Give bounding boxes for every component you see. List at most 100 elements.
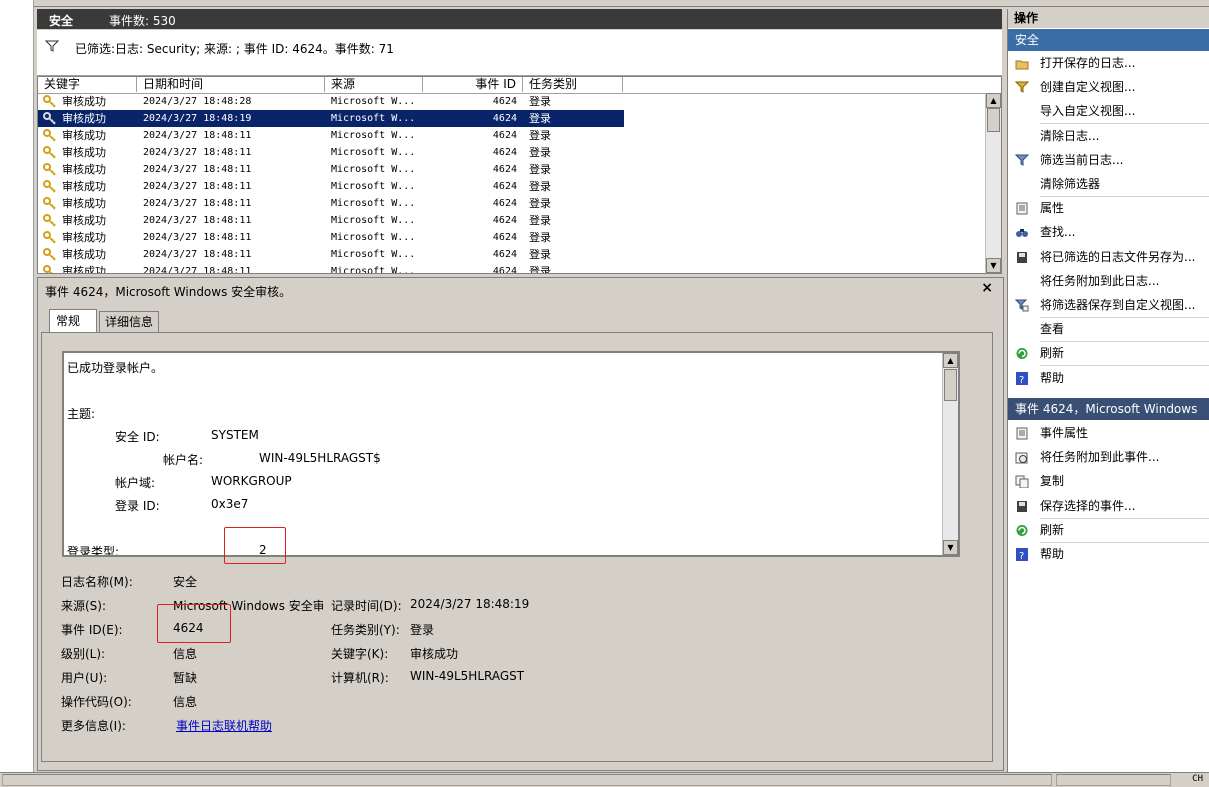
online-help-link[interactable]: 事件日志联机帮助 (176, 717, 272, 734)
source-label: 来源(S): (61, 599, 107, 613)
logged-value: 2024/3/27 18:48:19 (410, 597, 530, 611)
event-properties-icon (1016, 427, 1028, 440)
row-category: 登录 (529, 214, 551, 227)
row-keyword: 审核成功 (62, 129, 106, 142)
key-icon (43, 197, 56, 210)
scroll-thumb[interactable] (944, 369, 957, 401)
action-item[interactable]: 将任务附加到此事件... (1008, 446, 1209, 469)
action-label: 打开保存的日志... (1040, 56, 1136, 70)
desc-security-id: SYSTEM (211, 428, 259, 442)
action-item[interactable]: 复制 (1008, 470, 1209, 493)
event-description[interactable]: 已成功登录帐户。 主题: 安全 ID: SYSTEM 帐户名: WIN-49L5… (62, 351, 960, 557)
highlight-event-id (157, 604, 231, 643)
table-row[interactable]: 审核成功 2024/3/27 18:48:11 Microsoft W... 4624… (38, 161, 624, 178)
action-item[interactable]: 将筛选器保存到自定义视图... (1008, 294, 1209, 317)
row-source: Microsoft W... (331, 181, 416, 192)
action-item[interactable]: 清除日志... (1008, 125, 1209, 148)
scroll-up-arrow[interactable]: ▲ (986, 93, 1001, 108)
table-row[interactable]: 审核成功 2024/3/27 18:48:11 Microsoft W... 4624… (38, 263, 624, 274)
row-category: 登录 (529, 146, 551, 159)
refresh-icon (1016, 348, 1028, 360)
action-item[interactable]: 导入自定义视图... (1008, 100, 1209, 123)
table-row[interactable]: 审核成功 2024/3/27 18:48:11 Microsoft W... 4624… (38, 178, 624, 195)
table-row[interactable]: 审核成功 2024/3/27 18:48:11 Microsoft W... 4624… (38, 246, 624, 263)
table-row[interactable]: 审核成功 2024/3/27 18:48:19 Microsoft W... 4624… (38, 110, 624, 127)
log-name: 安全 (49, 14, 74, 28)
task-category-value: 登录 (410, 623, 435, 637)
user-value: 暂缺 (173, 671, 198, 685)
col-category[interactable]: 任务类别 (523, 77, 623, 92)
language-indicator[interactable]: CH (1192, 774, 1203, 784)
action-item[interactable]: 事件属性 (1008, 422, 1209, 445)
row-keyword: 审核成功 (62, 248, 106, 261)
table-row[interactable]: 审核成功 2024/3/27 18:48:11 Microsoft W... 4624… (38, 229, 624, 246)
description-scrollbar[interactable]: ▲ ▼ (942, 353, 958, 555)
desc-account-domain-label: 帐户域: (115, 476, 156, 490)
col-datetime[interactable]: 日期和时间 (137, 77, 325, 92)
help-icon: ? (1016, 548, 1028, 561)
col-keyword[interactable]: 关键字 (38, 77, 137, 92)
col-source[interactable]: 来源 (325, 77, 423, 92)
row-keyword: 审核成功 (62, 214, 106, 227)
row-keyword: 审核成功 (62, 197, 106, 210)
key-icon (43, 146, 56, 159)
table-row[interactable]: 审核成功 2024/3/27 18:48:11 Microsoft W... 4624… (38, 195, 624, 212)
action-item[interactable]: 查找... (1008, 221, 1209, 244)
action-item[interactable]: 清除筛选器 (1008, 173, 1209, 196)
row-keyword: 审核成功 (62, 180, 106, 193)
action-item[interactable]: 刷新 (1008, 342, 1209, 365)
key-icon (43, 248, 56, 261)
action-item[interactable]: 将任务附加到此日志... (1008, 270, 1209, 293)
actions-section-event[interactable]: 事件 4624，Microsoft Windows (1008, 398, 1209, 420)
action-item[interactable]: 保存选择的事件... (1008, 495, 1209, 518)
table-row[interactable]: 审核成功 2024/3/27 18:48:28 Microsoft W... 4624… (38, 93, 624, 110)
action-label: 导入自定义视图... (1040, 104, 1136, 119)
row-datetime: 2024/3/27 18:48:11 (143, 249, 252, 260)
tab-general[interactable]: 常规 (49, 309, 97, 332)
action-label: 刷新 (1040, 346, 1065, 361)
actions-pane: 操作 安全 打开保存的日志... 创建自定义视图... 导入自定义视图... 清除日志… (1007, 9, 1209, 772)
task-category-label: 任务类别(Y): (331, 623, 400, 637)
scroll-thumb[interactable] (987, 108, 1000, 132)
window-top-edge (0, 0, 1209, 7)
table-row[interactable]: 审核成功 2024/3/27 18:48:11 Microsoft W... 4624… (38, 144, 624, 161)
action-item[interactable]: 创建自定义视图... (1008, 76, 1209, 99)
key-icon (43, 231, 56, 244)
row-keyword: 审核成功 (62, 265, 106, 274)
action-label: 筛选当前日志... (1040, 152, 1124, 167)
action-item[interactable]: 将已筛选的日志文件另存为... (1008, 246, 1209, 269)
row-category: 登录 (529, 112, 551, 125)
action-item[interactable]: ? 帮助 (1008, 543, 1209, 566)
save-icon (1017, 251, 1027, 263)
table-row[interactable]: 审核成功 2024/3/27 18:48:11 Microsoft W... 4624… (38, 127, 624, 144)
row-category: 登录 (529, 265, 551, 274)
actions-section-log[interactable]: 安全 (1008, 29, 1209, 51)
action-item[interactable]: 查看 (1008, 318, 1209, 341)
opcode-label: 操作代码(O): (61, 695, 132, 709)
event-list-scrollbar[interactable]: ▲ ▼ (985, 93, 1001, 273)
action-item[interactable]: ? 帮助 (1008, 367, 1209, 390)
action-label: 创建自定义视图... (1040, 80, 1136, 95)
row-source: Microsoft W... (331, 147, 416, 158)
console-tree-pane[interactable] (0, 0, 34, 772)
action-label: 查看 (1040, 322, 1065, 337)
log-name-label: 日志名称(M): (61, 575, 133, 589)
detail-title: 事件 4624，Microsoft Windows 安全审核。 (45, 285, 292, 299)
action-item[interactable]: 打开保存的日志... (1008, 52, 1209, 75)
action-item[interactable]: 刷新 (1008, 519, 1209, 542)
binoculars-icon (1016, 229, 1028, 238)
close-icon[interactable]: × (981, 280, 993, 296)
opcode-value: 信息 (173, 695, 198, 709)
row-event-id: 4624 (492, 96, 517, 107)
col-event-id[interactable]: 事件 ID (423, 77, 523, 92)
action-item[interactable]: 属性 (1008, 197, 1209, 220)
desc-line: 已成功登录帐户。 (67, 361, 164, 375)
table-row[interactable]: 审核成功 2024/3/27 18:48:11 Microsoft W... 4624… (38, 212, 624, 229)
event-list[interactable]: 关键字 日期和时间 来源 事件 ID 任务类别 审核成功 2024/3/27 18… (37, 76, 1002, 274)
filter-icon (1015, 154, 1029, 166)
scroll-down-arrow[interactable]: ▼ (986, 258, 1001, 273)
scroll-up-arrow[interactable]: ▲ (943, 353, 958, 368)
action-item[interactable]: 筛选当前日志... (1008, 149, 1209, 172)
tab-details[interactable]: 详细信息 (99, 311, 159, 332)
scroll-down-arrow[interactable]: ▼ (943, 540, 958, 555)
